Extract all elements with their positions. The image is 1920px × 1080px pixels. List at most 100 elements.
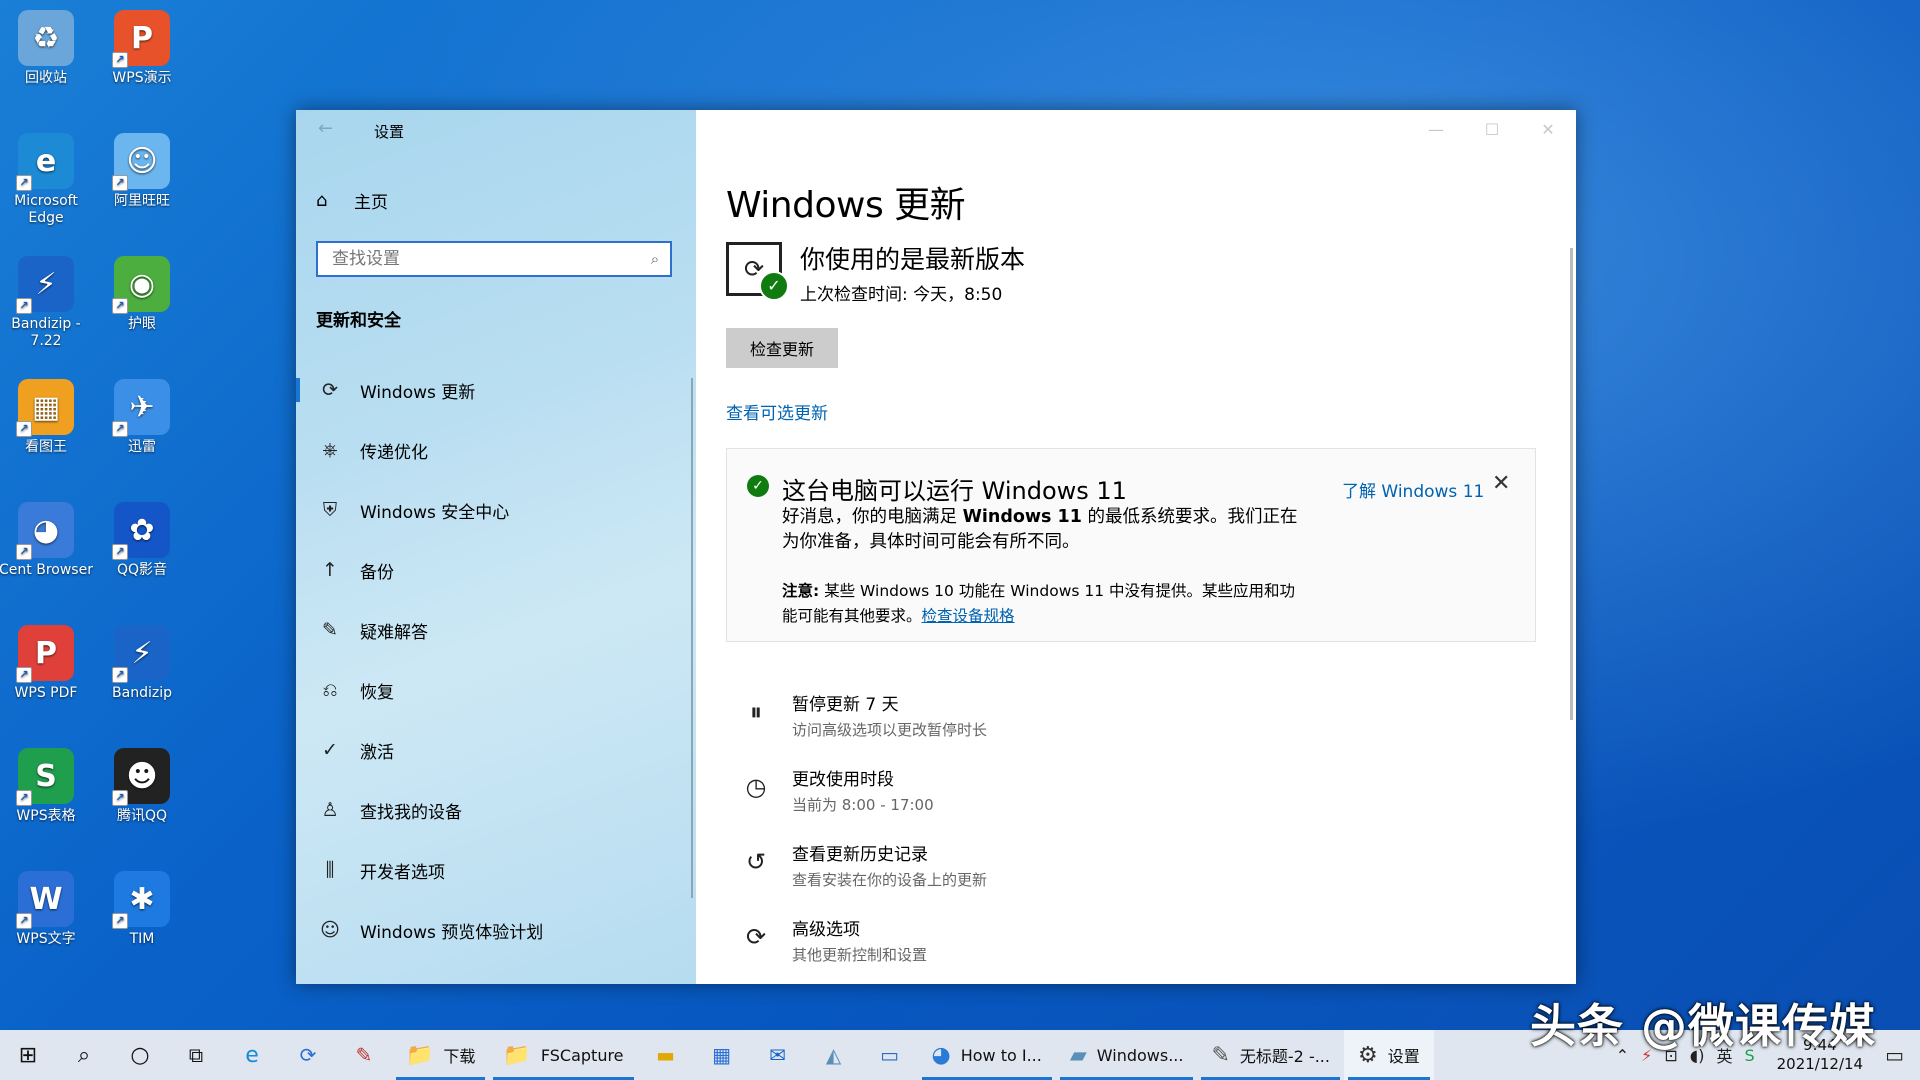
taskbar-pinned-app-3[interactable]: ◭	[806, 1030, 862, 1080]
dismiss-card-close-icon[interactable]: ✕	[1492, 471, 1510, 496]
sidebar-item-insider-program[interactable]: ☺ Windows 预览体验计划	[296, 900, 696, 960]
search-input[interactable]	[318, 243, 640, 275]
app-icon: ☻ ↗	[112, 748, 170, 806]
desktop-icon-label: 护眼	[128, 316, 156, 332]
desktop-icon[interactable]: ✿ ↗ QQ影音	[94, 502, 190, 579]
mail-icon: ✉	[769, 1043, 786, 1067]
desktop-icon[interactable]: ☺ ↗ 阿里旺旺	[94, 133, 190, 210]
taskbar-mail[interactable]: ✉	[750, 1030, 806, 1080]
taskbar-app-downloads[interactable]: 📁 下载	[392, 1030, 489, 1080]
taskbar-app-fscapture[interactable]: 📁 FSCapture	[489, 1030, 637, 1080]
home-nav[interactable]: ⌂ 主页	[316, 188, 388, 213]
folder-icon: ▬	[656, 1043, 675, 1067]
desktop-icon[interactable]: P ↗ WPS PDF	[0, 625, 94, 702]
app-icon: W ↗	[16, 871, 74, 929]
update-history-icon: ↺	[745, 848, 767, 876]
app-icon: P ↗	[16, 625, 74, 683]
active-hours-option[interactable]: ◷ 更改使用时段 当前为 8:00 - 17:00	[726, 765, 1536, 840]
advanceds-option-icon: ⟳	[745, 923, 767, 951]
back-arrow-icon[interactable]: ←	[318, 118, 333, 139]
desktop-icon-label: 回收站	[25, 70, 67, 86]
start-button[interactable]: ⊞	[0, 1030, 56, 1080]
taskbar-search-button[interactable]: ⌕	[56, 1030, 112, 1080]
section-title: 更新和安全	[316, 311, 401, 331]
pause-updates-option[interactable]: ⏸ 暂停更新 7 天访问高级选项以更改暂停时长	[726, 690, 1536, 765]
taskbar-app-settings[interactable]: ⚙ 设置	[1343, 1030, 1434, 1080]
settings-sidebar: ← 设置 ⌂ 主页 ⌕ 更新和安全 ⟳ Windows 更新 ⎈ 传递优化 ⛨ Windo…	[296, 110, 696, 984]
sidebar-item-activation[interactable]: ✓ 激活	[296, 720, 696, 780]
option-subtitle: 访问高级选项以更改暂停时长	[792, 721, 988, 739]
desktop-icon-label: QQ影音	[116, 562, 168, 578]
desktop-icon[interactable]: W ↗ WPS文字	[0, 871, 94, 948]
desktop-icon-label: Bandizip	[112, 685, 172, 701]
desktop-icon[interactable]: S ↗ WPS表格	[0, 748, 94, 825]
desktop-icon[interactable]: ✈ ↗ 迅雷	[94, 379, 190, 456]
sidebar-item-troubleshoot[interactable]: ✎ 疑难解答	[296, 600, 696, 660]
desktop-icon-label: WPS PDF	[14, 685, 78, 701]
sidebar-scrollbar[interactable]	[691, 378, 693, 898]
desktop-icon[interactable]: ⚡ ↗ Bandizip	[94, 625, 190, 702]
sidebar-item-find-my-device[interactable]: ♙ 查找我的设备	[296, 780, 696, 840]
desktop-icon[interactable]: P ↗ WPS演示	[94, 10, 190, 87]
advanced-options-option[interactable]: ⟳ 高级选项 其他更新控制和设置	[726, 915, 1536, 990]
taskbar-running-apps-2: ◕ How to I... ▰ Windows... ✎ 无标题-2 -... ⚙ 设置	[918, 1030, 1434, 1080]
optional-updates-link[interactable]: 查看可选更新	[726, 399, 828, 424]
taskbar-app-label: Windows...	[1096, 1045, 1184, 1065]
taskbar-explorer[interactable]: ▬	[638, 1030, 694, 1080]
check-updates-button[interactable]: 检查更新	[726, 328, 838, 368]
sidebar-item-label: 激活	[360, 742, 394, 763]
main-scrollbar[interactable]	[1570, 248, 1573, 720]
win11-card-body: 好消息，你的电脑满足 Windows 11 的最低系统要求。我们正在为你准备，具…	[782, 505, 1302, 555]
shortcut-arrow-icon: ↗	[16, 421, 32, 437]
taskbar-pinned-app-2[interactable]: ✎	[336, 1030, 392, 1080]
windows-update-icon: ⟳	[322, 379, 338, 401]
app-icon: ⚡ ↗	[112, 625, 170, 683]
taskbar-app-label: FSCapture	[540, 1045, 624, 1065]
taskbar-running-apps-1: 📁 下载 📁 FSCapture	[392, 1030, 638, 1080]
taskbar-app-windows[interactable]: ▰ Windows...	[1056, 1030, 1198, 1080]
update-history-option[interactable]: ↺ 查看更新历史记录 查看安装在你的设备上的更新	[726, 840, 1536, 915]
device-specs-link[interactable]: 检查设备规格	[922, 607, 1015, 625]
shortcut-arrow-icon: ↗	[112, 913, 128, 929]
learn-win11-link[interactable]: 了解 Windows 11	[1342, 477, 1484, 502]
desktop-icon[interactable]: ⚡ ↗ Bandizip - 7.22	[0, 256, 94, 350]
action-center-icon[interactable]: ▭	[1885, 1043, 1904, 1067]
sidebar-item-recovery[interactable]: ⎌ 恢复	[296, 660, 696, 720]
sidebar-item-label: 传递优化	[360, 442, 428, 463]
taskbar-edge[interactable]: e	[224, 1030, 280, 1080]
taskbar-app-untitled[interactable]: ✎ 无标题-2 -...	[1197, 1030, 1344, 1080]
tool-icon: ◭	[825, 1043, 842, 1067]
folder-icon: 📁	[503, 1042, 531, 1068]
taskbar-store[interactable]: ▦	[694, 1030, 750, 1080]
sidebar-item-windows-update[interactable]: ⟳ Windows 更新	[296, 360, 696, 420]
sidebar-item-developer-options[interactable]: ⫼ 开发者选项	[296, 840, 696, 900]
cortana-button[interactable]: ○	[112, 1030, 168, 1080]
desktop-icon[interactable]: ▦ ↗ 看图王	[0, 379, 94, 456]
sidebar-item-label: 恢复	[360, 682, 394, 703]
desktop-icon[interactable]: ♻ 回收站	[0, 10, 94, 87]
pause-updates-icon: ⏸	[750, 698, 762, 726]
sidebar-item-windows-security[interactable]: ⛨ Windows 安全中心	[296, 480, 696, 540]
insider-program-icon: ☺	[320, 919, 340, 941]
settings-search[interactable]: ⌕	[316, 241, 672, 277]
desktop-icon[interactable]: ◕ ↗ Cent Browser	[0, 502, 94, 579]
desktop-icon[interactable]: e ↗ Microsoft Edge	[0, 133, 94, 227]
sidebar-item-delivery-optimization[interactable]: ⎈ 传递优化	[296, 420, 696, 480]
desktop-icon[interactable]: ◉ ↗ 护眼	[94, 256, 190, 333]
search-icon[interactable]: ⌕	[640, 250, 670, 268]
troubleshoot-icon: ✎	[322, 619, 338, 641]
taskbar-pinned-app-1[interactable]: ⟳	[280, 1030, 336, 1080]
sidebar-item-backup[interactable]: ↑ 备份	[296, 540, 696, 600]
desktop-icon[interactable]: ✱ ↗ TIM	[94, 871, 190, 948]
windows-logo-icon: ⊞	[18, 1042, 38, 1068]
cortana-circle-icon: ○	[130, 1042, 150, 1068]
update-status: ⟳ ✓ 你使用的是最新版本 上次检查时间: 今天，8:50	[726, 242, 1025, 305]
checkmark-icon: ✓	[759, 271, 789, 301]
task-view-button[interactable]: ⧉	[168, 1030, 224, 1080]
taskbar-pinned-app-4[interactable]: ▭	[862, 1030, 918, 1080]
desktop-icon[interactable]: ☻ ↗ 腾讯QQ	[94, 748, 190, 825]
desktop-icon-label: WPS文字	[16, 931, 76, 947]
taskbar-app-label: How to I...	[960, 1045, 1042, 1065]
option-title: 高级选项	[792, 920, 860, 940]
taskbar-app-browser[interactable]: ◕ How to I...	[918, 1030, 1056, 1080]
